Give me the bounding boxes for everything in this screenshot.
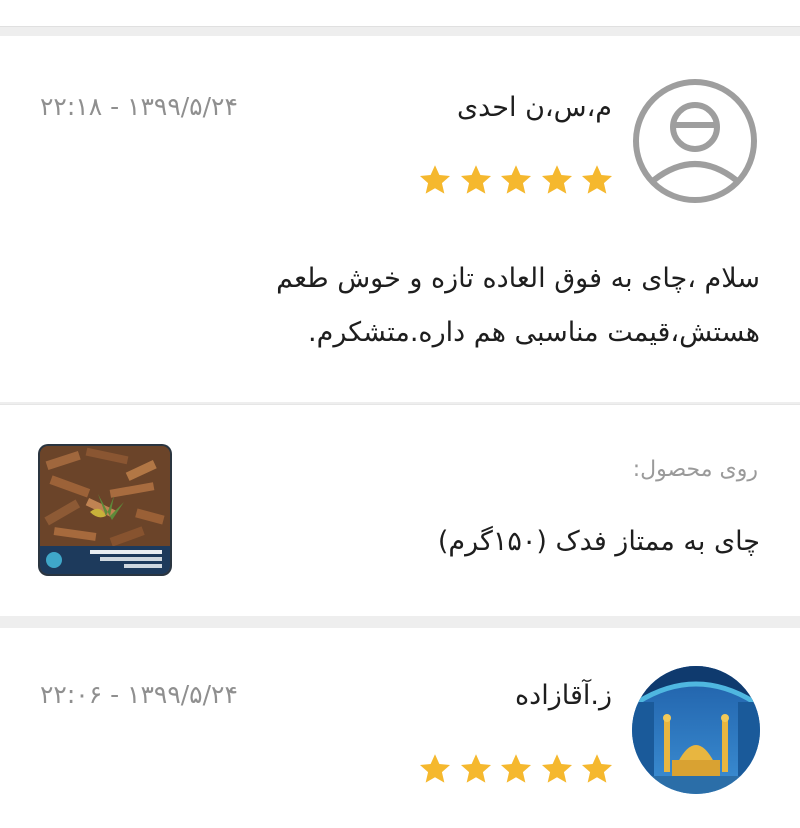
star-icon <box>460 754 491 783</box>
previous-review-card <box>0 0 800 27</box>
star-icon <box>581 165 613 194</box>
product-label: روی محصول: <box>632 457 758 482</box>
shrine-photo-avatar <box>632 666 760 794</box>
star-icon <box>541 754 572 783</box>
review-date: ۲۲:۰۶ - ۱۳۹۹/۵/۲۴ <box>40 680 238 709</box>
user-outline-icon <box>632 78 758 204</box>
reviewer-name: ز.آقازاده <box>515 680 612 711</box>
star-icon <box>500 754 532 783</box>
review-date: ۲۲:۱۸ - ۱۳۹۹/۵/۲۴ <box>40 92 238 121</box>
star-icon <box>581 754 613 783</box>
reviewer-name: م،س،ن احدی <box>456 92 612 123</box>
product-name-link[interactable]: چای به ممتاز فدک (۱۵۰گرم) <box>438 526 760 557</box>
star-icon <box>419 754 451 783</box>
review-comment: سلام ،چای به فوق العاده تازه و خوش طعم ه… <box>276 263 760 348</box>
product-thumbnail[interactable] <box>40 446 170 574</box>
star-rating <box>418 752 614 786</box>
star-rating <box>418 163 614 197</box>
star-icon <box>419 165 451 194</box>
star-icon <box>500 165 532 194</box>
star-icon <box>541 165 572 194</box>
star-icon <box>460 165 491 194</box>
